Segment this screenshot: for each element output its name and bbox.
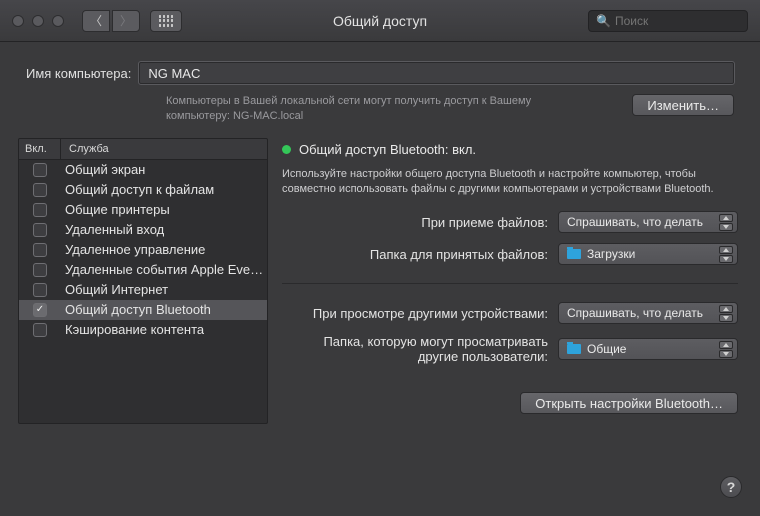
- service-label: Кэширование контента: [61, 322, 204, 337]
- main-area: Вкл. Служба Общий экран Общий доступ к фа…: [0, 138, 760, 502]
- open-bluetooth-button[interactable]: Открыть настройки Bluetooth…: [520, 392, 738, 414]
- browse-folder-value: Общие: [587, 342, 626, 356]
- zoom-icon[interactable]: [52, 15, 64, 27]
- search-field-wrap: 🔍: [588, 10, 748, 32]
- change-button[interactable]: Изменить…: [632, 94, 734, 116]
- service-checkbox[interactable]: [33, 303, 47, 317]
- window-controls: [12, 15, 64, 27]
- computer-hint: Компьютеры в Вашей локальной сети могут …: [166, 94, 531, 124]
- service-row[interactable]: Общий доступ к файлам: [19, 180, 267, 200]
- services-panel: Вкл. Служба Общий экран Общий доступ к фа…: [18, 138, 268, 424]
- show-all-button[interactable]: [150, 10, 182, 32]
- services-list[interactable]: Общий экран Общий доступ к файлам Общие пр…: [19, 160, 267, 423]
- browse-folder-value-wrap: Общие: [567, 342, 626, 356]
- recv-folder-label: Папка для принятых файлов:: [282, 247, 548, 262]
- service-checkbox[interactable]: [33, 163, 47, 177]
- status-text: Общий доступ Bluetooth: вкл.: [299, 142, 476, 157]
- service-row[interactable]: Кэширование контента: [19, 320, 267, 340]
- stepper-icon: [719, 246, 733, 263]
- service-checkbox[interactable]: [33, 323, 47, 337]
- computer-hint-l1: Компьютеры в Вашей локальной сети могут …: [166, 95, 531, 107]
- status-dot-icon: [282, 145, 291, 154]
- minimize-icon[interactable]: [32, 15, 44, 27]
- nav-buttons: 〈 〉: [82, 10, 140, 32]
- service-label: Общий Интернет: [61, 282, 168, 297]
- search-input[interactable]: [588, 10, 748, 32]
- computer-name-row: Имя компьютера:: [0, 42, 760, 90]
- computer-name-input[interactable]: [139, 62, 734, 84]
- search-icon: 🔍: [596, 14, 611, 28]
- folder-icon: [567, 344, 581, 354]
- service-label: Общие принтеры: [61, 202, 170, 217]
- service-checkbox[interactable]: [33, 183, 47, 197]
- grid-icon: [159, 15, 173, 27]
- help-button[interactable]: ?: [720, 476, 742, 498]
- service-label: Общий экран: [61, 162, 145, 177]
- computer-name-label: Имя компьютера:: [26, 66, 131, 81]
- service-label: Удаленное управление: [61, 242, 205, 257]
- recv-folder-value-wrap: Загрузки: [567, 247, 635, 261]
- browse-form: При просмотре другими устройствами: Спра…: [282, 302, 738, 364]
- recv-action-value: Спрашивать, что делать: [567, 215, 703, 229]
- browse-folder-label-l1: Папка, которую могут просматривать: [323, 334, 548, 349]
- services-header: Вкл. Служба: [19, 139, 267, 160]
- stepper-icon: [719, 341, 733, 358]
- service-label: Общий доступ к файлам: [61, 182, 214, 197]
- service-checkbox[interactable]: [33, 203, 47, 217]
- col-on: Вкл.: [19, 139, 61, 159]
- forward-button[interactable]: 〉: [112, 10, 140, 32]
- computer-hint-l2: компьютеру: NG-MAC.local: [166, 110, 303, 122]
- service-checkbox[interactable]: [33, 283, 47, 297]
- status-line: Общий доступ Bluetooth: вкл.: [282, 142, 738, 157]
- service-checkbox[interactable]: [33, 263, 47, 277]
- detail-description: Используйте настройки общего доступа Blu…: [282, 167, 738, 198]
- browse-folder-select[interactable]: Общие: [558, 338, 738, 360]
- divider: [282, 283, 738, 284]
- browse-action-value: Спрашивать, что делать: [567, 306, 703, 320]
- recv-action-select[interactable]: Спрашивать, что делать: [558, 211, 738, 233]
- browse-folder-label-l2: другие пользователи:: [418, 349, 548, 364]
- service-label: Удаленный вход: [61, 222, 164, 237]
- stepper-icon: [719, 214, 733, 231]
- service-checkbox[interactable]: [33, 223, 47, 237]
- browse-action-label: При просмотре другими устройствами:: [282, 306, 548, 321]
- browse-folder-label: Папка, которую могут просматривать други…: [282, 334, 548, 364]
- back-button[interactable]: 〈: [82, 10, 110, 32]
- service-row[interactable]: Общий экран: [19, 160, 267, 180]
- close-icon[interactable]: [12, 15, 24, 27]
- recv-folder-select[interactable]: Загрузки: [558, 243, 738, 265]
- service-row[interactable]: Общий Интернет: [19, 280, 267, 300]
- folder-icon: [567, 249, 581, 259]
- stepper-icon: [719, 305, 733, 322]
- recv-folder-value: Загрузки: [587, 247, 635, 261]
- open-bt-row: Открыть настройки Bluetooth…: [282, 392, 738, 414]
- service-row[interactable]: Общие принтеры: [19, 200, 267, 220]
- service-checkbox[interactable]: [33, 243, 47, 257]
- service-label: Удаленные события Apple Events: [61, 262, 267, 277]
- service-row[interactable]: Удаленное управление: [19, 240, 267, 260]
- titlebar: 〈 〉 Общий доступ 🔍: [0, 0, 760, 42]
- service-row[interactable]: Общий доступ Bluetooth: [19, 300, 267, 320]
- browse-action-select[interactable]: Спрашивать, что делать: [558, 302, 738, 324]
- service-label: Общий доступ Bluetooth: [61, 302, 211, 317]
- detail-pane: Общий доступ Bluetooth: вкл. Используйте…: [282, 138, 742, 488]
- window-title: Общий доступ: [333, 13, 427, 29]
- service-row[interactable]: Удаленные события Apple Events: [19, 260, 267, 280]
- col-service: Служба: [61, 139, 117, 159]
- recv-action-label: При приеме файлов:: [282, 215, 548, 230]
- receive-form: При приеме файлов: Спрашивать, что делат…: [282, 211, 738, 265]
- computer-hint-row: Компьютеры в Вашей локальной сети могут …: [0, 90, 760, 138]
- service-row[interactable]: Удаленный вход: [19, 220, 267, 240]
